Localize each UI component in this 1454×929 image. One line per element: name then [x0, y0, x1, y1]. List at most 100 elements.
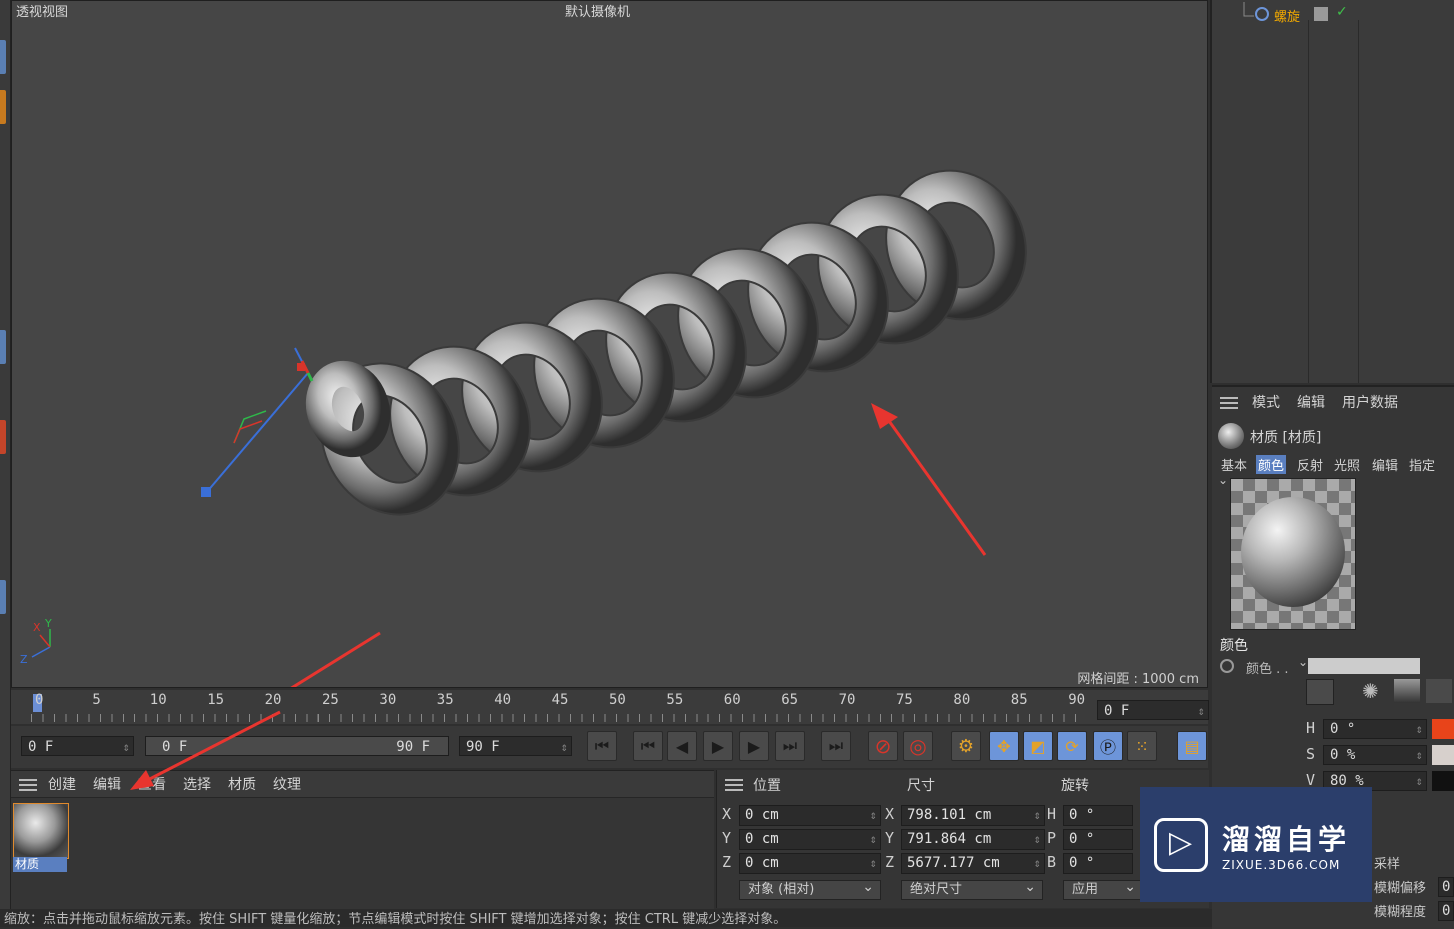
menu-icon[interactable] [19, 779, 37, 791]
hue-field[interactable]: 0 ° [1323, 719, 1427, 739]
timeline-tick-label: 80 [953, 692, 971, 708]
timeline-tick-label: 45 [551, 692, 569, 708]
frame-ruler[interactable] [31, 714, 1083, 722]
layer-tag-icon[interactable] [1314, 7, 1328, 21]
tool-mark[interactable] [0, 40, 6, 74]
timeline-window-icon[interactable]: ▤ [1177, 731, 1207, 761]
color-swatch[interactable] [1308, 658, 1420, 674]
rotation-header: 旋转 [1061, 778, 1089, 794]
previous-key-icon[interactable]: ⏮ [633, 731, 663, 761]
tab-illumination[interactable]: 光照 [1332, 455, 1362, 474]
image-icon[interactable] [1426, 679, 1452, 703]
svg-text:Z: Z [20, 653, 28, 666]
position-key-icon[interactable]: ✥ [989, 731, 1019, 761]
tab-reflectance[interactable]: 反射 [1295, 455, 1325, 474]
timeline-tick-label: 35 [436, 692, 454, 708]
annotation-arrow [290, 631, 381, 687]
tool-mark[interactable] [0, 90, 6, 124]
tree-branch-icon [1243, 2, 1269, 21]
blur-offset-field[interactable]: 0 [1438, 877, 1454, 897]
current-frame-field[interactable]: 0 F [1097, 700, 1209, 721]
keyframe-selection-icon[interactable]: ⚙ [951, 731, 981, 761]
position-y-field[interactable]: 0 cm [739, 829, 881, 850]
timeline-ruler[interactable]: 0 5 10 15 20 25 30 35 40 45 50 55 60 65 70 75 80 85 90 0 F [11, 690, 1209, 724]
axis-gizmo[interactable] [201, 347, 314, 497]
menu-user-data[interactable]: 用户数据 [1342, 392, 1398, 412]
rotation-p-field[interactable]: 0 ° [1063, 829, 1133, 850]
rotation-key-icon[interactable]: ⟳ [1057, 731, 1087, 761]
size-y-field[interactable]: 791.864 cm [901, 829, 1045, 850]
menu-view[interactable]: 查看 [138, 774, 166, 794]
menu-edit[interactable]: 编辑 [93, 774, 121, 794]
material-header: 材质 [材质] [1250, 430, 1322, 446]
tab-basic[interactable]: 基本 [1219, 455, 1249, 474]
start-frame-field[interactable]: 0 F [21, 736, 134, 757]
previous-frame-icon[interactable]: ◀ [667, 731, 697, 761]
menu-icon[interactable] [1220, 397, 1238, 409]
timeline-tick-label: 65 [781, 692, 799, 708]
parameter-key-icon[interactable]: Ⓟ [1093, 731, 1123, 761]
viewport-camera-label[interactable]: 默认摄像机 [565, 1, 630, 20]
next-frame-icon[interactable]: ▶ [739, 731, 769, 761]
scale-key-icon[interactable]: ◩ [1023, 731, 1053, 761]
menu-mode[interactable]: 模式 [1252, 392, 1280, 412]
size-z-field[interactable]: 5677.177 cm [901, 853, 1045, 874]
viewport-title[interactable]: 透视视图 [16, 1, 68, 20]
menu-create[interactable]: 创建 [48, 774, 76, 794]
blur-degree-field[interactable]: 0 [1438, 901, 1454, 921]
section-title: 颜色 [1220, 638, 1248, 654]
auto-key-icon[interactable]: ◎ [903, 731, 933, 761]
color-wheel-icon[interactable]: ✺ [1362, 679, 1388, 703]
next-key-icon[interactable]: ⏭ [775, 731, 805, 761]
material-menu: 创建 编辑 查看 选择 材质 纹理 [11, 771, 714, 798]
point-level-icon[interactable]: ⁙ [1127, 731, 1157, 761]
material-label[interactable]: 材质 [13, 857, 67, 872]
menu-texture[interactable]: 纹理 [273, 774, 301, 794]
material-thumbnail[interactable] [13, 803, 69, 859]
chevron-down-icon[interactable]: ⌄ [1298, 655, 1308, 669]
timeline-tick-label: 55 [666, 692, 684, 708]
menu-select[interactable]: 选择 [183, 774, 211, 794]
tool-mark[interactable] [0, 330, 6, 364]
material-manager: 创建 编辑 查看 选择 材质 纹理 材质 [11, 770, 714, 909]
material-preview[interactable] [1230, 478, 1356, 630]
position-z-field[interactable]: 0 cm [739, 853, 881, 874]
go-to-start-icon[interactable]: ⏮ [587, 731, 617, 761]
tool-mark[interactable] [0, 580, 6, 614]
play-icon[interactable]: ▶ [703, 731, 733, 761]
menu-material[interactable]: 材质 [228, 774, 256, 794]
scene-canvas[interactable]: X Y Z [12, 1, 1207, 687]
rotation-b-field[interactable]: 0 ° [1063, 853, 1133, 874]
tab-editor[interactable]: 编辑 [1370, 455, 1400, 474]
spectrum-icon[interactable] [1394, 679, 1420, 703]
size-mode-dropdown[interactable]: 绝对尺寸 [901, 878, 1043, 900]
axis-label: Y [885, 829, 895, 847]
saturation-field[interactable]: 0 % [1323, 745, 1427, 765]
animate-radio-icon[interactable] [1220, 659, 1234, 673]
h-label: H [1306, 719, 1316, 737]
coordinate-mode-dropdown[interactable]: 对象 (相对) [739, 878, 881, 900]
timeline-tick-label: 10 [149, 692, 167, 708]
go-to-end-icon[interactable]: ⏭ [821, 731, 851, 761]
frame-range-slider[interactable]: 0 F 90 F [145, 736, 449, 756]
tab-assign[interactable]: 指定 [1407, 455, 1437, 474]
blur-degree-label: 模糊程度 [1374, 905, 1427, 920]
collapse-arrow-icon[interactable]: ⌄ [1218, 473, 1228, 487]
menu-edit[interactable]: 编辑 [1297, 392, 1325, 412]
menu-icon[interactable] [725, 779, 743, 791]
object-name[interactable]: 螺旋 [1274, 6, 1300, 25]
color-picker-icon[interactable] [1306, 679, 1334, 705]
apply-button[interactable]: 应用 [1063, 878, 1143, 900]
end-frame-field[interactable]: 90 F [459, 736, 572, 757]
tool-mark[interactable] [0, 420, 6, 454]
position-x-field[interactable]: 0 cm [739, 805, 881, 826]
record-keys-icon[interactable]: ⊘ [868, 731, 898, 761]
tab-color[interactable]: 颜色 [1256, 455, 1287, 474]
size-x-field[interactable]: 798.101 cm [901, 805, 1045, 826]
timeline-tick-label: 5 [92, 692, 101, 708]
rotation-h-field[interactable]: 0 ° [1063, 805, 1133, 826]
perspective-viewport[interactable]: X Y Z 透视视图 默认摄像机 网格间距 : 1000 cm [11, 0, 1208, 688]
timeline-tick-label: 20 [264, 692, 282, 708]
check-icon[interactable]: ✓ [1336, 4, 1348, 20]
left-tool-strip [0, 0, 11, 910]
